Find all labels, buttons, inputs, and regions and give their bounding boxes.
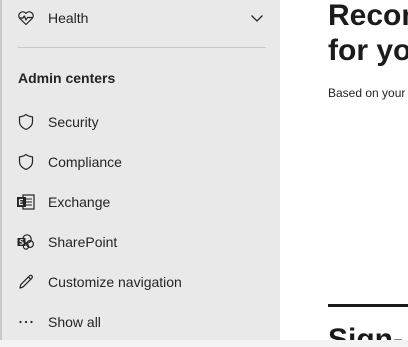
sidebar-item-security[interactable]: Security (2, 104, 280, 140)
sidebar-item-exchange[interactable]: Exchange (2, 184, 280, 220)
sidebar-item-compliance[interactable]: Compliance (2, 144, 280, 180)
sidebar-item-label: Compliance (48, 154, 122, 170)
page-subtitle: Based on your (328, 86, 406, 100)
sidebar-item-sharepoint[interactable]: SharePoint (2, 224, 280, 260)
main-content: Recommended for you Based on your Sign- (280, 0, 408, 347)
page-title: Recommended for you (328, 0, 408, 67)
section-divider (328, 304, 408, 307)
sidebar-item-label: Show all (48, 314, 101, 330)
section-header-admin-centers: Admin centers (18, 70, 116, 86)
pencil-icon (16, 272, 36, 292)
navigation-sidebar: Health Admin centers Security Compliance… (0, 0, 280, 347)
admin-center-page: Health Admin centers Security Compliance… (0, 0, 408, 347)
sidebar-item-label: Health (48, 10, 89, 26)
shield-icon (16, 152, 36, 172)
sidebar-item-label: SharePoint (48, 234, 118, 250)
bottom-scroll-edge (0, 340, 408, 347)
sidebar-item-label: Customize navigation (48, 274, 182, 290)
heart-pulse-icon (16, 8, 36, 28)
sidebar-divider (18, 47, 266, 48)
exchange-icon (16, 192, 36, 212)
sharepoint-icon (16, 232, 36, 252)
shield-icon (16, 112, 36, 132)
chevron-down-icon[interactable] (248, 9, 266, 27)
sidebar-item-label: Security (48, 114, 99, 130)
sidebar-item-customize-navigation[interactable]: Customize navigation (2, 264, 280, 300)
sidebar-item-health[interactable]: Health (2, 0, 280, 36)
sidebar-item-show-all[interactable]: Show all (2, 304, 280, 340)
sidebar-item-label: Exchange (48, 194, 111, 210)
ellipsis-icon (16, 312, 36, 332)
